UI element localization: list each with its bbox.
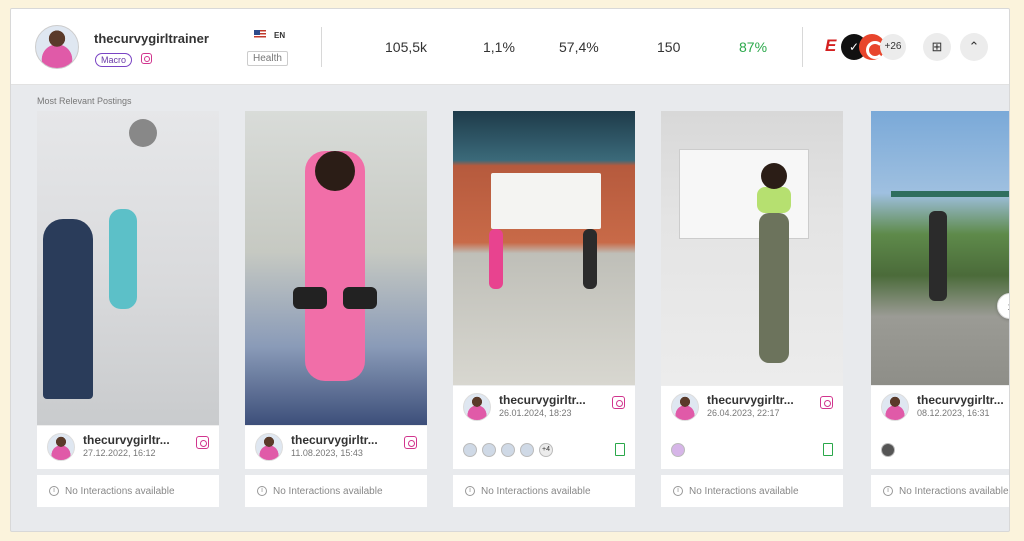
header-divider [321,27,322,67]
chevron-right-icon: › [1008,298,1009,314]
post-username[interactable]: thecurvygirltr... [499,393,586,407]
post-username[interactable]: thecurvygirltr... [291,433,378,447]
interactions-text: No Interactions available [65,485,175,497]
instagram-icon[interactable] [820,396,833,409]
post-meta: thecurvygirltr... 26.01.2024, 18:23 +4 [453,385,635,469]
avatar [671,443,685,457]
post-username[interactable]: thecurvygirltr... [917,393,1004,407]
post-meta: thecurvygirltr... 11.08.2023, 15:43 [245,425,427,469]
interactions-text: No Interactions available [899,485,1009,497]
instagram-icon[interactable] [196,436,209,449]
collapse-button[interactable]: ⌃ [960,33,988,61]
post-date: 08.12.2023, 16:31 [917,408,990,418]
info-icon: i [49,486,59,496]
info-icon: i [257,486,267,496]
profile-username[interactable]: thecurvygirltrainer [94,31,209,46]
add-to-folder-icon: ⊞ [931,39,943,54]
language-label: EN [274,31,286,40]
stat-engagement-rate: 1,1% [483,39,515,55]
instagram-icon[interactable] [612,396,625,409]
info-icon: i [883,486,893,496]
post-footer: i No Interactions available [37,475,219,507]
avatar [501,443,515,457]
post-image[interactable] [661,111,843,385]
more-avatars-badge[interactable]: +4 [539,443,553,457]
post-date: 26.01.2024, 18:23 [499,408,572,418]
post-username[interactable]: thecurvygirltr... [83,433,170,447]
post-meta: thecurvygirltr... 26.04.2023, 22:17 [661,385,843,469]
tier-badge: Macro [95,53,133,67]
post-footer: i No Interactions available [661,475,843,507]
avatar [881,393,909,421]
post-username[interactable]: thecurvygirltr... [707,393,794,407]
stat-4: 150 [657,39,681,55]
verified-list-icon[interactable] [615,443,625,456]
post-card[interactable]: thecurvygirltr... 26.04.2023, 22:17 i No… [661,111,843,507]
avatar [520,443,534,457]
section-label: Most Relevant Postings [37,96,132,106]
stat-3: 57,4% [559,39,599,55]
avatar [255,433,283,461]
stat-score: 87% [739,39,768,55]
interactions-text: No Interactions available [273,485,383,497]
us-flag-icon [254,30,266,39]
instagram-icon[interactable] [141,53,152,64]
post-image[interactable] [871,111,1009,385]
post-footer: i No Interactions available [453,475,635,507]
interaction-avatars [671,443,685,457]
post-image[interactable] [245,111,427,425]
avatar [463,443,477,457]
post-meta: thecurvygirltr... 08.12.2023, 16:31 [871,385,1009,469]
post-date: 11.08.2023, 15:43 [291,448,363,458]
profile-avatar[interactable] [35,25,79,69]
avatar [881,443,895,457]
post-footer: i No Interactions available [245,475,427,507]
post-card[interactable]: thecurvygirltr... 08.12.2023, 16:31 i No… [871,111,1009,507]
post-card[interactable]: thecurvygirltr... 11.08.2023, 15:43 i No… [245,111,427,507]
category-tag: Health [247,51,288,66]
interactions-text: No Interactions available [689,485,799,497]
post-date: 26.04.2023, 22:17 [707,408,780,418]
post-footer: i No Interactions available [871,475,1009,507]
influencer-card: thecurvygirltrainer Macro EN Health 105,… [10,8,1010,532]
info-icon: i [465,486,475,496]
post-card[interactable]: thecurvygirltr... 27.12.2022, 16:12 i No… [37,111,219,507]
info-icon: i [673,486,683,496]
interaction-avatars [881,443,895,457]
verified-list-icon[interactable] [823,443,833,456]
interaction-avatars: +4 [463,443,553,457]
add-to-folder-button[interactable]: ⊞ [923,33,951,61]
avatar [482,443,496,457]
chevron-up-icon: ⌃ [968,39,980,54]
post-image[interactable] [37,111,219,425]
interactions-text: No Interactions available [481,485,591,497]
influencer-header: thecurvygirltrainer Macro EN Health 105,… [11,9,1009,85]
more-brands-badge[interactable]: +26 [880,34,906,60]
post-card[interactable]: thecurvygirltr... 26.01.2024, 18:23 +4 i… [453,111,635,507]
avatar [671,393,699,421]
avatar [47,433,75,461]
avatar [463,393,491,421]
stat-followers: 105,5k [385,39,428,55]
instagram-icon[interactable] [404,436,417,449]
post-date: 27.12.2022, 16:12 [83,448,156,458]
post-meta: thecurvygirltr... 27.12.2022, 16:12 [37,425,219,469]
header-divider [802,27,803,67]
post-image[interactable] [453,111,635,385]
